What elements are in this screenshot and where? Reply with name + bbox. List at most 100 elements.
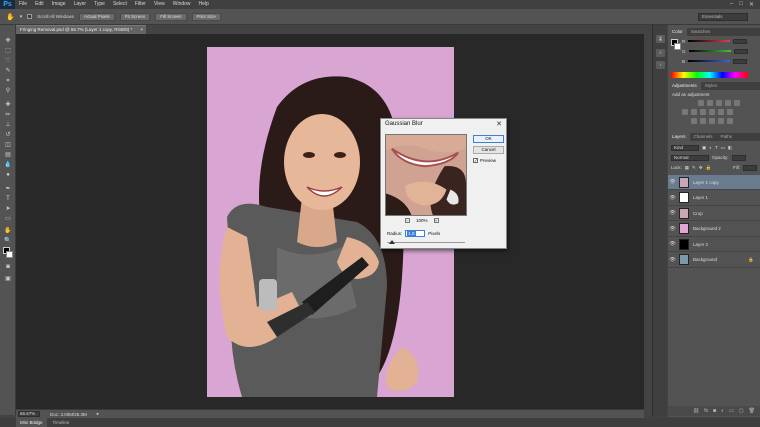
print-size-button[interactable]: Print Size	[191, 12, 221, 21]
menu-layer[interactable]: Layer	[70, 0, 91, 9]
workspace-select[interactable]: Essentials	[698, 12, 748, 21]
preview-checkbox[interactable]: ✓	[473, 158, 478, 163]
background-color-swatch[interactable]	[6, 251, 13, 258]
layer-name[interactable]: Layer 2	[693, 242, 708, 247]
layer-name[interactable]: Layer 1 copy	[693, 180, 719, 185]
tab-swatches[interactable]: Swatches	[687, 28, 715, 36]
visibility-eye-icon[interactable]: 👁	[668, 226, 677, 232]
invert-adjustment-icon[interactable]	[691, 118, 697, 124]
eyedropper-tool-icon[interactable]: ⚲	[3, 87, 13, 95]
status-menu-arrow-icon[interactable]: ▸	[97, 411, 99, 417]
new-layer-icon[interactable]: ▢	[739, 408, 744, 414]
move-tool-icon[interactable]: ✥	[3, 37, 13, 45]
layer-name[interactable]: Background 2	[693, 226, 721, 231]
quick-mask-icon[interactable]: ◙	[3, 263, 13, 271]
marquee-tool-icon[interactable]: ⬚	[3, 47, 13, 55]
healing-brush-tool-icon[interactable]: ✚	[3, 101, 13, 109]
layer-row[interactable]: 👁 Crop	[668, 206, 760, 221]
filter-pixel-icon[interactable]: ▣	[702, 145, 706, 151]
layer-thumbnail[interactable]	[679, 176, 689, 188]
visibility-eye-icon[interactable]: 👁	[668, 241, 677, 247]
posterize-adjustment-icon[interactable]	[700, 118, 706, 124]
document-tab[interactable]: Fringing Removal.psd @ 66.7% (Layer 1 co…	[16, 25, 146, 34]
blue-value-field[interactable]	[733, 58, 748, 64]
delete-layer-icon[interactable]: 🗑	[749, 408, 755, 414]
dodge-tool-icon[interactable]: ●	[3, 171, 13, 179]
actual-pixels-button[interactable]: Actual Pixels	[79, 12, 115, 21]
minimize-button[interactable]: –	[730, 1, 733, 8]
layer-row[interactable]: 👁 Background 🔒	[668, 253, 760, 268]
radius-input[interactable]: 1.0	[405, 230, 426, 237]
fit-screen-button[interactable]: Fit Screen	[119, 12, 151, 21]
new-group-icon[interactable]: ▭	[729, 408, 734, 414]
zoom-in-button[interactable]: +	[433, 218, 439, 223]
lock-transparency-icon[interactable]: ▦	[685, 165, 689, 171]
tab-styles[interactable]: Styles	[701, 82, 721, 90]
radius-slider-handle[interactable]	[389, 240, 395, 244]
tab-paths[interactable]: Paths	[717, 133, 737, 141]
menu-window[interactable]: Window	[169, 0, 195, 9]
menu-type[interactable]: Type	[90, 0, 109, 9]
levels-adjustment-icon[interactable]	[707, 100, 713, 106]
link-layers-icon[interactable]: ⛓	[693, 408, 699, 414]
black-white-adjustment-icon[interactable]	[700, 109, 706, 115]
layer-thumbnail[interactable]	[679, 207, 689, 219]
brush-tool-icon[interactable]: ✏	[3, 111, 13, 119]
selective-color-adjustment-icon[interactable]	[718, 118, 724, 124]
lock-all-icon[interactable]: 🔒	[706, 165, 712, 171]
menu-select[interactable]: Select	[109, 0, 131, 9]
layer-style-icon[interactable]: fx	[704, 408, 708, 414]
color-balance-adjustment-icon[interactable]	[691, 109, 697, 115]
close-icon[interactable]: ✕	[496, 120, 502, 128]
history-panel-icon[interactable]: ⌛	[656, 35, 665, 43]
zoom-tool-icon[interactable]: 🔍	[3, 237, 13, 245]
lock-position-icon[interactable]: ✥	[699, 165, 703, 171]
color-spectrum-bar[interactable]	[671, 72, 748, 78]
blur-preview-window[interactable]	[385, 134, 467, 216]
tab-mini-bridge[interactable]: Mini Bridge	[16, 418, 47, 427]
hue-saturation-adjustment-icon[interactable]	[682, 109, 688, 115]
exposure-adjustment-icon[interactable]	[725, 100, 731, 106]
visibility-eye-icon[interactable]: 👁	[668, 210, 677, 216]
info-panel-icon[interactable]: i	[656, 61, 665, 69]
close-window-button[interactable]: ✕	[749, 1, 754, 8]
photo-filter-adjustment-icon[interactable]	[709, 109, 715, 115]
new-adjustment-icon[interactable]: ◐	[721, 408, 724, 414]
color-lookup-adjustment-icon[interactable]	[727, 109, 733, 115]
history-brush-tool-icon[interactable]: ↺	[3, 131, 13, 139]
filter-smart-object-icon[interactable]: ◧	[728, 145, 732, 151]
blue-slider[interactable]	[688, 60, 731, 62]
green-value-field[interactable]	[733, 48, 748, 54]
lasso-tool-icon[interactable]: ➰	[3, 57, 13, 65]
visibility-eye-icon[interactable]: 👁	[668, 195, 677, 201]
color-panel-background-swatch[interactable]	[674, 43, 681, 50]
crop-tool-icon[interactable]: ⌗	[3, 77, 13, 85]
filter-adjustment-icon[interactable]: ◐	[709, 145, 712, 150]
menu-help[interactable]: Help	[195, 0, 213, 9]
quick-select-tool-icon[interactable]: ✎	[3, 67, 13, 75]
fill-field[interactable]	[743, 164, 757, 171]
blend-mode-select[interactable]: Normal	[671, 154, 709, 161]
type-tool-icon[interactable]: T	[3, 195, 13, 203]
filter-shape-icon[interactable]: ▭	[721, 145, 725, 151]
layer-row[interactable]: 👁 Layer 1 copy	[668, 175, 760, 190]
layer-thumbnail[interactable]	[679, 192, 689, 203]
hand-tool-icon[interactable]: ✋	[3, 227, 13, 235]
menu-filter[interactable]: Filter	[131, 0, 150, 9]
shape-tool-icon[interactable]: ▭	[3, 215, 13, 223]
tab-timeline[interactable]: Timeline	[49, 418, 74, 427]
menu-image[interactable]: Image	[48, 0, 70, 9]
tab-layers[interactable]: Layers	[668, 133, 690, 141]
layer-name[interactable]: Crop	[693, 211, 703, 216]
layer-thumbnail[interactable]	[679, 223, 689, 234]
path-select-tool-icon[interactable]: ➤	[3, 205, 13, 213]
eraser-tool-icon[interactable]: ◫	[3, 141, 13, 149]
brightness-adjustment-icon[interactable]	[698, 100, 704, 106]
filter-type-icon[interactable]: T	[715, 145, 718, 150]
scroll-all-checkbox[interactable]	[27, 14, 33, 19]
layer-thumbnail[interactable]	[679, 254, 689, 265]
channel-mixer-adjustment-icon[interactable]	[718, 109, 724, 115]
opacity-field[interactable]	[731, 154, 746, 161]
tool-preset-chevron-icon[interactable]: ▾	[20, 14, 23, 20]
radius-slider-track[interactable]	[387, 242, 465, 243]
